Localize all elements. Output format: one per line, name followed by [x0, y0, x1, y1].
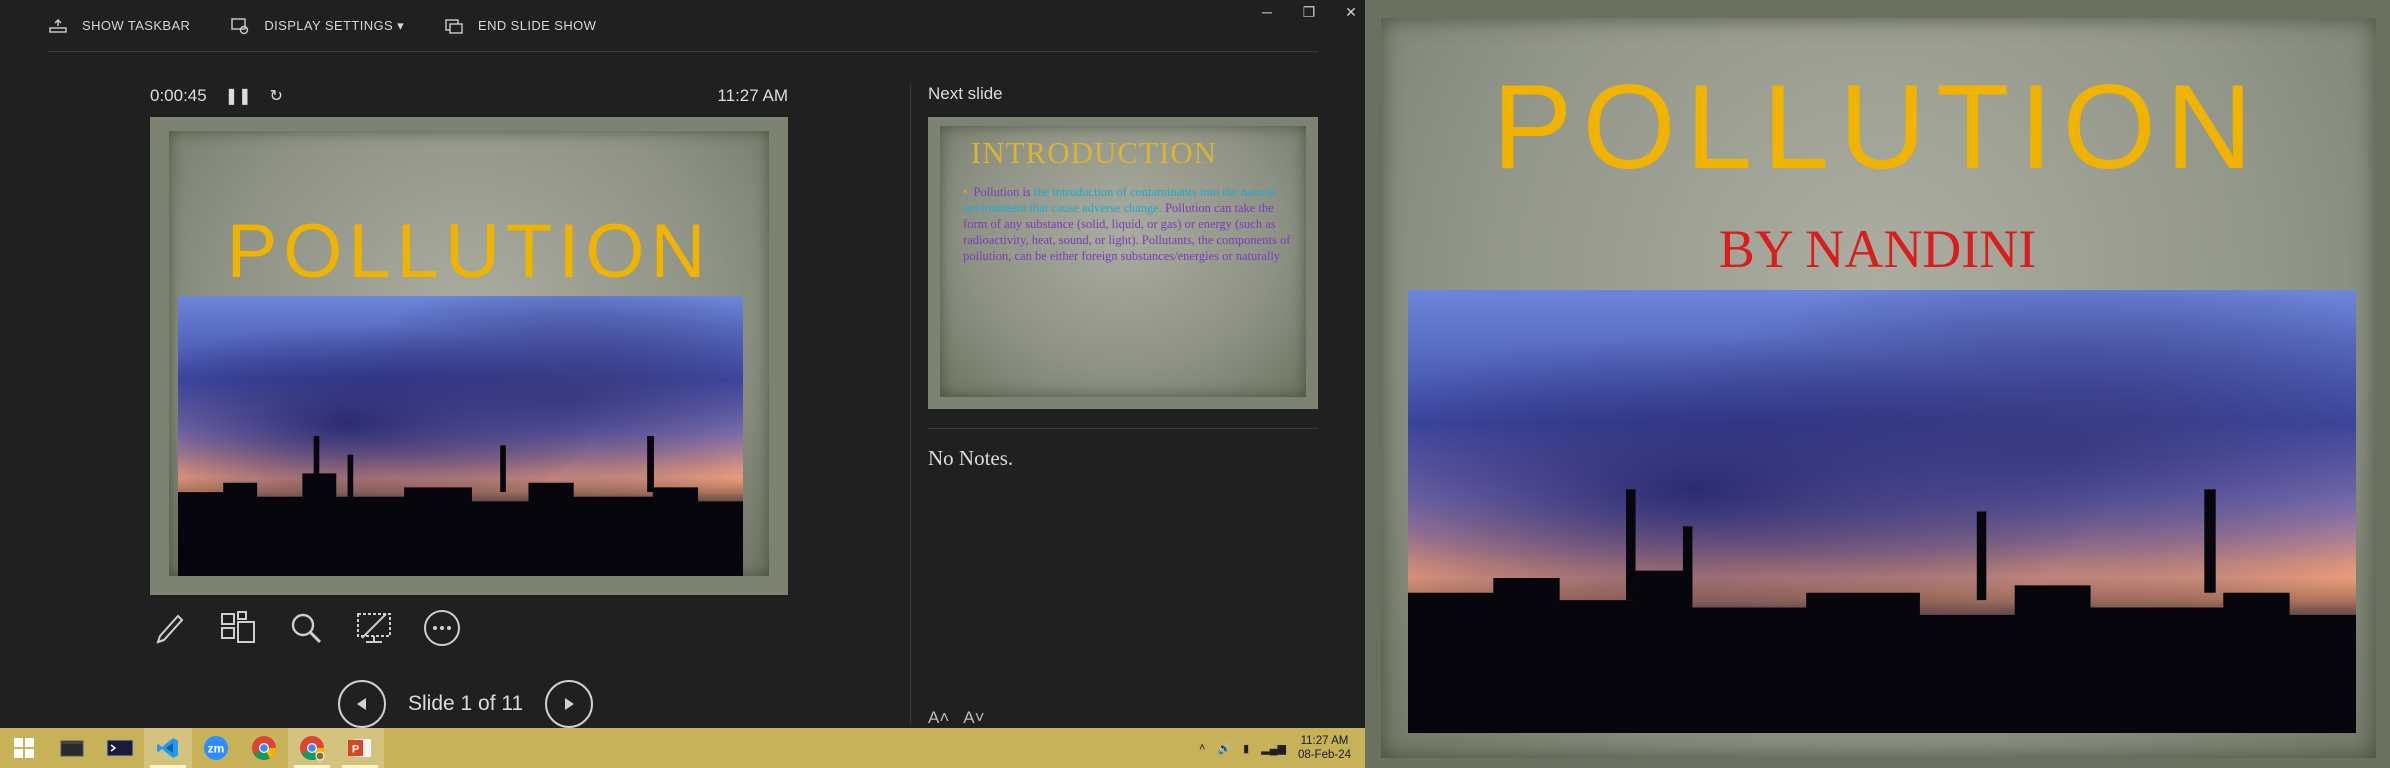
see-all-slides-button[interactable] — [218, 608, 258, 648]
magnifier-icon — [291, 613, 322, 644]
volume-icon[interactable]: 🔊 — [1217, 742, 1231, 755]
slides-grid-icon — [221, 611, 255, 643]
font-size-controls: A˄ A˅ — [928, 708, 985, 728]
windows-taskbar: zm P ˄ 🔊 ▮ ▂▄▆ 11:27 AM 08-Feb-24 — [0, 728, 1365, 768]
file-explorer-icon — [60, 740, 84, 757]
pollution-photo — [1408, 290, 2356, 733]
screen: SHOW TASKBAR DISPLAY SETTINGS ▾ END SLID… — [0, 0, 2390, 768]
screen-slash-icon — [357, 613, 391, 643]
display-settings-icon — [231, 17, 249, 34]
slide-navigation: Slide 1 of 11 — [338, 680, 594, 728]
close-icon[interactable]: ✕ — [1341, 4, 1361, 21]
speaker-notes[interactable]: No Notes. — [928, 446, 1013, 471]
restart-timer-icon[interactable]: ↻ — [270, 86, 283, 106]
vscode-icon — [157, 738, 178, 758]
pollution-photo — [178, 296, 744, 577]
black-screen-button[interactable] — [354, 608, 394, 648]
next-slide-button[interactable] — [545, 680, 594, 728]
zoom-button[interactable] — [286, 608, 326, 648]
presenter-tools — [150, 608, 462, 648]
chrome-profile-icon — [300, 736, 325, 761]
tray-overflow-icon[interactable]: ˄ — [1199, 742, 1205, 754]
end-slide-show-button[interactable]: END SLIDE SHOW — [444, 17, 596, 35]
pause-timer-icon[interactable]: ❚❚ — [225, 86, 252, 106]
previous-slide-button[interactable] — [338, 680, 386, 728]
windows-logo-icon — [14, 738, 34, 758]
next-slide-body: • Pollution is the introduction of contam… — [963, 184, 1298, 264]
triangle-right-icon — [565, 698, 575, 710]
presenter-toolbar: SHOW TASKBAR DISPLAY SETTINGS ▾ END SLID… — [48, 0, 1318, 52]
increase-font-icon[interactable]: A˄ — [928, 708, 949, 728]
factory-silhouette — [178, 436, 744, 577]
display-settings-button[interactable]: DISPLAY SETTINGS ▾ — [230, 17, 404, 35]
system-tray: ˄ 🔊 ▮ ▂▄▆ 11:27 AM 08-Feb-24 — [1199, 734, 1365, 763]
body-lead: Pollution is — [973, 185, 1031, 200]
show-taskbar-label: SHOW TASKBAR — [82, 18, 191, 33]
taskbar-app-zoom[interactable]: zm — [192, 728, 240, 768]
start-button[interactable] — [0, 728, 48, 768]
taskbar-clock[interactable]: 11:27 AM 08-Feb-24 — [1298, 734, 1351, 763]
taskbar-app-chrome-profile[interactable] — [288, 728, 336, 768]
current-time: 11:27 AM — [717, 86, 788, 105]
show-taskbar-button[interactable]: SHOW TASKBAR — [48, 17, 190, 35]
pen-icon — [156, 614, 184, 644]
taskbar-app-chrome[interactable] — [240, 728, 288, 768]
display-settings-label: DISPLAY SETTINGS ▾ — [264, 17, 405, 33]
slide-counter[interactable]: Slide 1 of 11 — [408, 692, 523, 716]
restore-icon[interactable]: ❐ — [1299, 4, 1319, 21]
presenter-view: SHOW TASKBAR DISPLAY SETTINGS ▾ END SLID… — [0, 0, 1365, 768]
next-slide-title: INTRODUCTION — [970, 134, 1218, 170]
audience-slide-view[interactable]: POLLUTION BY NANDINI — [1365, 0, 2390, 768]
pen-tool-button[interactable] — [150, 608, 190, 648]
slide-title: POLLUTION — [226, 208, 712, 294]
end-show-icon — [445, 18, 463, 34]
more-icon — [424, 610, 460, 646]
slide-title: POLLUTION — [1492, 60, 2263, 194]
network-icon[interactable]: ▂▄▆ — [1261, 742, 1286, 755]
elapsed-time: 0:00:45 — [150, 86, 207, 105]
minimize-icon[interactable]: ─ — [1257, 4, 1277, 21]
bullet-icon: • — [963, 185, 968, 200]
taskbar-app-terminal[interactable] — [96, 728, 144, 768]
window-controls: ─ ❐ ✕ — [1257, 4, 1361, 21]
taskbar-date: 08-Feb-24 — [1297, 749, 1351, 761]
battery-icon[interactable]: ▮ — [1243, 742, 1249, 755]
taskbar-app-powerpoint[interactable]: P — [336, 728, 384, 768]
next-slide-label: Next slide — [928, 84, 1003, 103]
current-slide-preview[interactable]: POLLUTION BY NANDINI — [150, 117, 788, 595]
notes-divider — [928, 428, 1318, 429]
timer-row: 0:00:45 ❚❚ ↻ 11:27 AM — [150, 84, 788, 108]
taskbar-app-vscode[interactable] — [144, 728, 192, 768]
svg-text:P: P — [352, 744, 359, 756]
next-slide-preview[interactable]: INTRODUCTION • Pollution is the introduct… — [928, 117, 1318, 409]
triangle-left-icon — [357, 698, 366, 710]
decrease-font-icon[interactable]: A˅ — [963, 708, 984, 728]
chrome-icon — [252, 736, 276, 761]
zoom-icon: zm — [204, 736, 228, 760]
slide-subtitle: BY NANDINI — [1718, 219, 2037, 279]
powerpoint-icon: P — [348, 739, 371, 757]
factory-silhouette — [1408, 489, 2356, 733]
taskbar-app-explorer[interactable] — [48, 728, 96, 768]
end-slide-show-label: END SLIDE SHOW — [478, 18, 597, 33]
taskbar-time: 11:27 AM — [1300, 734, 1349, 747]
svg-text:zm: zm — [208, 742, 225, 756]
more-options-button[interactable] — [422, 608, 462, 648]
pane-divider[interactable] — [910, 84, 911, 724]
taskbar-icon — [49, 18, 67, 33]
terminal-icon — [106, 739, 134, 757]
